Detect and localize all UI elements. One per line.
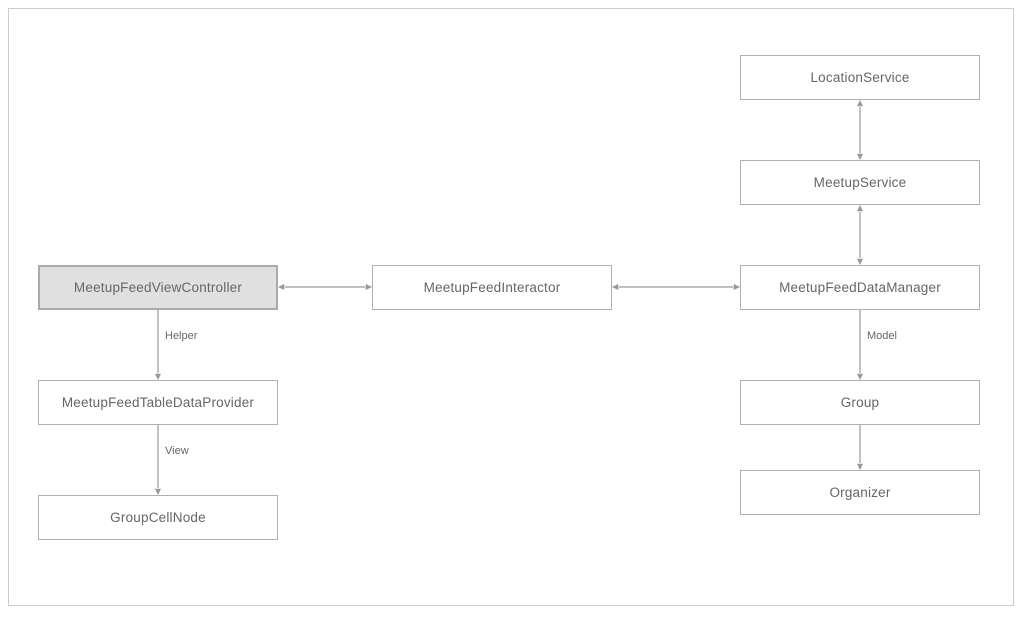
node-prov: MeetupFeedTableDataProvider — [38, 380, 278, 425]
node-label: MeetupFeedInteractor — [424, 280, 561, 295]
node-dm: MeetupFeedDataManager — [740, 265, 980, 310]
node-vc: MeetupFeedViewController — [38, 265, 278, 310]
node-org: Organizer — [740, 470, 980, 515]
node-grp: Group — [740, 380, 980, 425]
node-label: MeetupFeedDataManager — [779, 280, 941, 295]
node-ls: LocationService — [740, 55, 980, 100]
node-label: Group — [841, 395, 880, 410]
node-inter: MeetupFeedInteractor — [372, 265, 612, 310]
edge-label: Helper — [165, 330, 197, 342]
node-cell: GroupCellNode — [38, 495, 278, 540]
node-ms: MeetupService — [740, 160, 980, 205]
node-label: MeetupService — [814, 175, 907, 190]
node-label: MeetupFeedViewController — [74, 280, 242, 295]
node-label: MeetupFeedTableDataProvider — [62, 395, 254, 410]
node-label: LocationService — [810, 70, 909, 85]
edge-label: Model — [867, 330, 897, 342]
edge-label: View — [165, 445, 189, 457]
node-label: GroupCellNode — [110, 510, 206, 525]
node-label: Organizer — [829, 485, 890, 500]
